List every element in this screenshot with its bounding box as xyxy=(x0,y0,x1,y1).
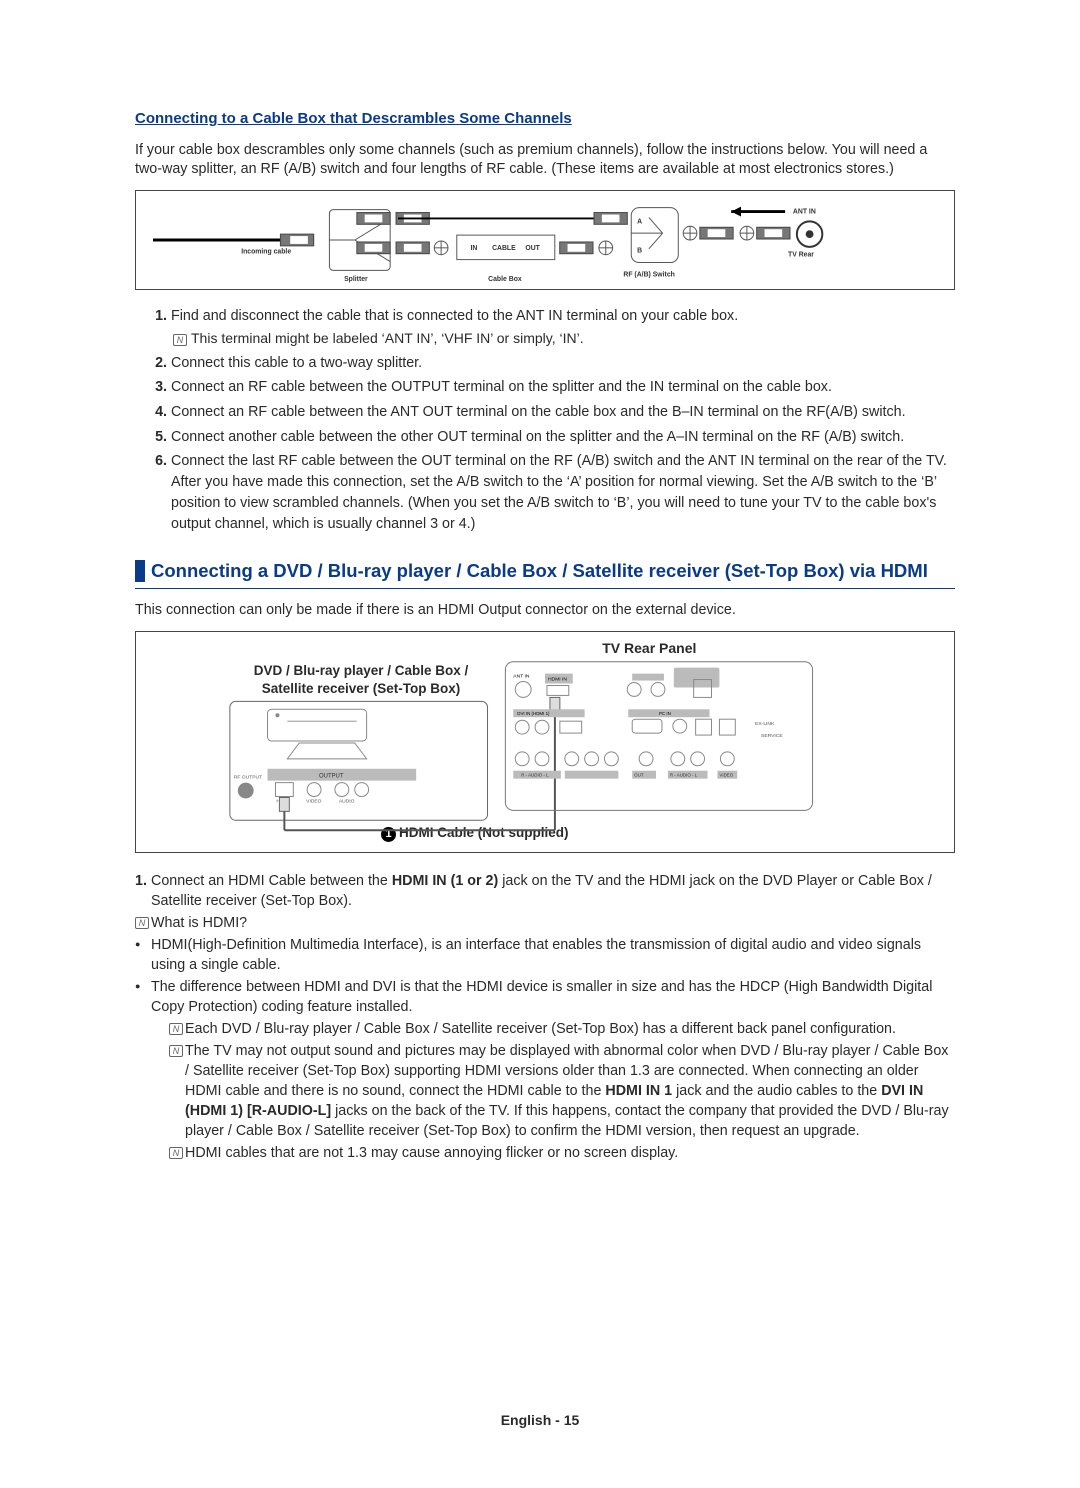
svg-text:Cable Box: Cable Box xyxy=(488,276,522,283)
section-title: Connecting a DVD / Blu-ray player / Cabl… xyxy=(151,560,928,582)
svg-text:VIDEO: VIDEO xyxy=(306,798,322,804)
svg-text:CABLE: CABLE xyxy=(492,244,516,251)
step-5: Connect another cable between the other … xyxy=(171,427,955,448)
hdmi-step-1: 1. Connect an HDMI Cable between the HDM… xyxy=(135,871,955,911)
svg-text:HDMI IN: HDMI IN xyxy=(548,676,567,682)
note-icon: N xyxy=(169,1023,183,1035)
step-6: Connect the last RF cable between the OU… xyxy=(171,451,955,534)
hdmi-bullet-1: HDMI(High-Definition Multimedia Interfac… xyxy=(135,935,955,975)
svg-text:PC IN: PC IN xyxy=(659,711,671,716)
svg-text:R - AUDIO - L: R - AUDIO - L xyxy=(670,772,698,777)
step-1: Find and disconnect the cable that is co… xyxy=(171,306,955,349)
svg-text:DVI IN (HDMI 1): DVI IN (HDMI 1) xyxy=(517,711,550,716)
svg-text:B: B xyxy=(637,247,642,254)
note-icon: N xyxy=(169,1147,183,1159)
svg-text:RF OUTPUT: RF OUTPUT xyxy=(234,774,262,780)
svg-text:ANT IN: ANT IN xyxy=(793,208,816,215)
hdmi-note-3: N HDMI cables that are not 1.3 may cause… xyxy=(169,1143,955,1163)
svg-text:Splitter: Splitter xyxy=(344,276,368,283)
step-4: Connect an RF cable between the ANT OUT … xyxy=(171,402,955,423)
hdmi-note-2: N The TV may not output sound and pictur… xyxy=(169,1041,955,1141)
subsection-heading: Connecting to a Cable Box that Descrambl… xyxy=(135,110,955,127)
cable-diagram: Incoming cable Splitter IN CABLE OUT Cab… xyxy=(135,190,955,290)
steps-list: Find and disconnect the cable that is co… xyxy=(135,306,955,535)
svg-text:TV Rear: TV Rear xyxy=(788,251,814,258)
hdmi-note-1: N Each DVD / Blu-ray player / Cable Box … xyxy=(169,1019,955,1039)
svg-text:OUT: OUT xyxy=(525,244,540,251)
page-footer: English - 15 xyxy=(0,1412,1080,1428)
note-icon: N xyxy=(173,334,187,346)
hdmi-bullet-2: The difference between HDMI and DVI is t… xyxy=(135,977,955,1017)
note-icon: N xyxy=(135,917,149,929)
svg-text:OUTPUT: OUTPUT xyxy=(319,773,344,779)
what-is-hdmi: N What is HDMI? xyxy=(135,913,955,933)
section-title-bar: Connecting a DVD / Blu-ray player / Cabl… xyxy=(135,560,955,589)
step-3: Connect an RF cable between the OUTPUT t… xyxy=(171,377,955,398)
svg-text:SERVICE: SERVICE xyxy=(761,733,783,739)
svg-text:OUT: OUT xyxy=(634,772,644,777)
svg-text:EX-LINK: EX-LINK xyxy=(755,721,775,727)
section2-intro: This connection can only be made if ther… xyxy=(135,601,955,620)
svg-text:R - AUDIO - L: R - AUDIO - L xyxy=(521,772,549,777)
step-2: Connect this cable to a two-way splitter… xyxy=(171,353,955,374)
svg-text:VIDEO: VIDEO xyxy=(719,772,733,777)
svg-text:AUDIO: AUDIO xyxy=(339,798,355,804)
svg-text:A: A xyxy=(637,218,642,225)
intro-paragraph: If your cable box descrambles only some … xyxy=(135,141,955,180)
svg-text:ANT IN: ANT IN xyxy=(513,673,530,679)
svg-text:IN: IN xyxy=(471,244,478,251)
hdmi-diagram: TV Rear Panel DVD / Blu-ray player / Cab… xyxy=(135,631,955,853)
note-icon: N xyxy=(169,1045,183,1057)
svg-text:RF (A/B) Switch: RF (A/B) Switch xyxy=(623,271,674,278)
svg-text:Incoming cable: Incoming cable xyxy=(241,248,291,255)
